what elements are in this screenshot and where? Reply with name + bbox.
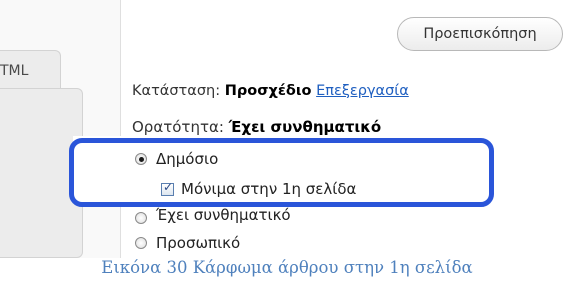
radio-unselected-icon[interactable] [135,212,147,224]
radio-option-password[interactable]: Έχει συνθηματικό [135,206,291,227]
highlight-annotation [69,138,494,207]
radio-option-private[interactable]: Προσωπικό [135,234,240,252]
status-edit-link[interactable]: Επεξεργασία [316,83,409,99]
status-value: Προσχέδιο [224,83,312,99]
status-row: Κατάσταση: Προσχέδιο Επεξεργασία [132,83,409,99]
column-divider [120,0,121,258]
radio-unselected-icon[interactable] [135,237,147,249]
preview-button[interactable]: Προεπισκόπηση [397,17,563,51]
radio-password-label: Έχει συνθηματικό [156,206,291,224]
radio-private-label: Προσωπικό [156,234,241,252]
tab-html[interactable]: TML [0,50,61,88]
visibility-label: Ορατότητα: [132,118,224,136]
tab-html-label: TML [0,63,29,79]
status-label: Κατάσταση: [132,83,221,99]
visibility-value: Έχει συνθηματικό [228,118,382,136]
figure-caption: Εικόνα 30 Κάρφωμα άρθρου στην 1η σελίδα [101,258,473,277]
visibility-row: Ορατότητα: Έχει συνθηματικό [132,118,381,136]
